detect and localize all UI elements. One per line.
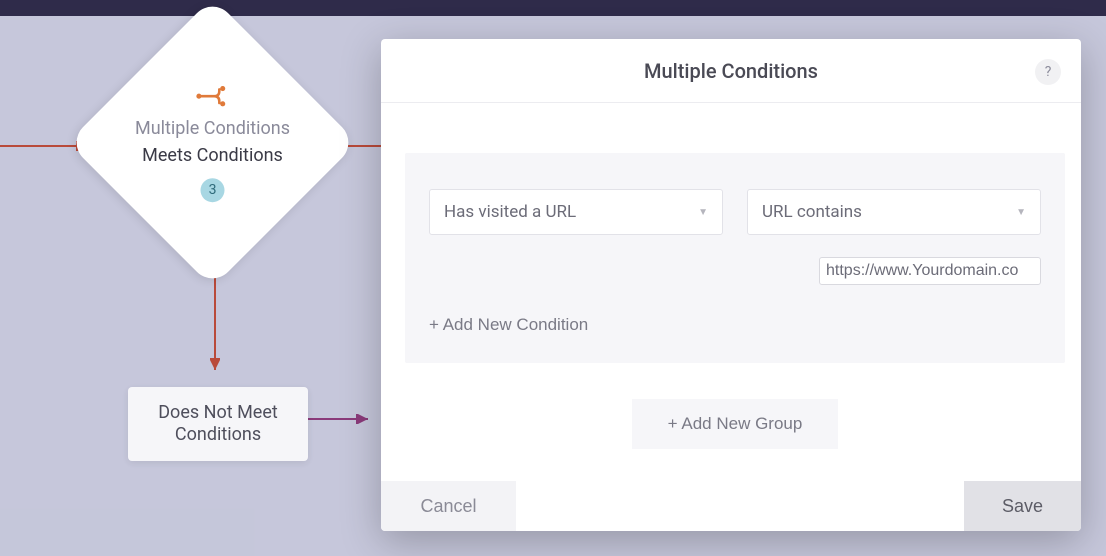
spacer [429, 257, 795, 285]
save-button[interactable]: Save [964, 481, 1081, 531]
chevron-down-icon: ▼ [1016, 207, 1026, 218]
add-group-button[interactable]: + Add New Group [632, 399, 838, 449]
match-type-value: URL contains [762, 202, 862, 222]
app-top-bar [0, 0, 1106, 16]
url-input[interactable] [819, 257, 1041, 285]
modal-header: Multiple Conditions ? [381, 39, 1081, 103]
arrow-rect-right [308, 414, 388, 424]
condition-type-select[interactable]: Has visited a URL ▼ [429, 189, 723, 235]
conditions-modal: Multiple Conditions ? Has visited a URL … [381, 39, 1081, 531]
modal-body: Has visited a URL ▼ URL contains ▼ + Add… [381, 103, 1081, 481]
modal-footer: Cancel Save [381, 481, 1081, 531]
chevron-down-icon: ▼ [698, 207, 708, 218]
diamond-title: Multiple Conditions [135, 118, 290, 139]
modal-title: Multiple Conditions [644, 59, 818, 83]
diamond-node[interactable]: Multiple Conditions Meets Conditions 3 [68, 0, 358, 287]
rect-node-label: Does Not Meet Conditions [158, 402, 278, 447]
diamond-count-badge: 3 [201, 178, 225, 202]
branch-icon [196, 84, 230, 112]
match-type-select[interactable]: URL contains ▼ [747, 189, 1041, 235]
condition-type-value: Has visited a URL [444, 202, 576, 222]
footer-spacer [516, 481, 964, 531]
help-button[interactable]: ? [1035, 59, 1061, 85]
diamond-subtitle: Meets Conditions [142, 145, 283, 166]
add-condition-button[interactable]: + Add New Condition [429, 315, 588, 335]
rect-node-does-not-meet[interactable]: Does Not Meet Conditions [128, 387, 308, 461]
condition-group: Has visited a URL ▼ URL contains ▼ + Add… [405, 153, 1065, 363]
cancel-button[interactable]: Cancel [381, 481, 516, 531]
